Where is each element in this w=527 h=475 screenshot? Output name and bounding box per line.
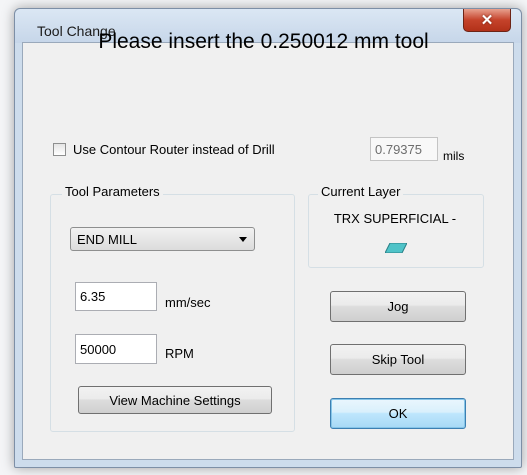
skip-tool-button[interactable]: Skip Tool <box>330 344 466 375</box>
spindle-speed-input[interactable] <box>75 334 157 364</box>
tool-type-value: END MILL <box>77 232 137 247</box>
contour-router-label: Use Contour Router instead of Drill <box>73 142 275 157</box>
feed-rate-input[interactable] <box>75 282 157 311</box>
insert-tool-heading: Please insert the 0.250012 mm tool <box>98 30 429 53</box>
close-icon: ✕ <box>480 12 494 29</box>
current-layer-label: Current Layer <box>318 184 404 199</box>
contour-router-checkbox[interactable] <box>53 143 66 156</box>
jog-label: Jog <box>387 299 409 314</box>
feed-rate-unit: mm/sec <box>165 295 211 310</box>
chevron-down-icon <box>239 237 247 242</box>
contour-router-width-input[interactable] <box>370 137 438 161</box>
ok-button[interactable]: OK <box>330 398 466 429</box>
view-machine-settings-button[interactable]: View Machine Settings <box>78 386 272 414</box>
layer-color-swatch <box>385 243 407 253</box>
mils-unit-label: mils <box>443 149 465 163</box>
skip-tool-label: Skip Tool <box>371 352 425 367</box>
current-layer-name: TRX SUPERFICIAL - <box>333 211 457 226</box>
tool-type-select[interactable]: END MILL <box>70 227 255 251</box>
contour-router-option[interactable]: Use Contour Router instead of Drill <box>53 142 275 157</box>
close-button[interactable]: ✕ <box>463 9 511 32</box>
jog-button[interactable]: Jog <box>330 291 466 322</box>
ok-label: OK <box>388 406 408 421</box>
tool-parameters-label: Tool Parameters <box>62 184 163 199</box>
current-layer-group <box>308 194 484 268</box>
spindle-speed-unit: RPM <box>165 346 194 361</box>
view-machine-settings-label: View Machine Settings <box>109 392 241 408</box>
